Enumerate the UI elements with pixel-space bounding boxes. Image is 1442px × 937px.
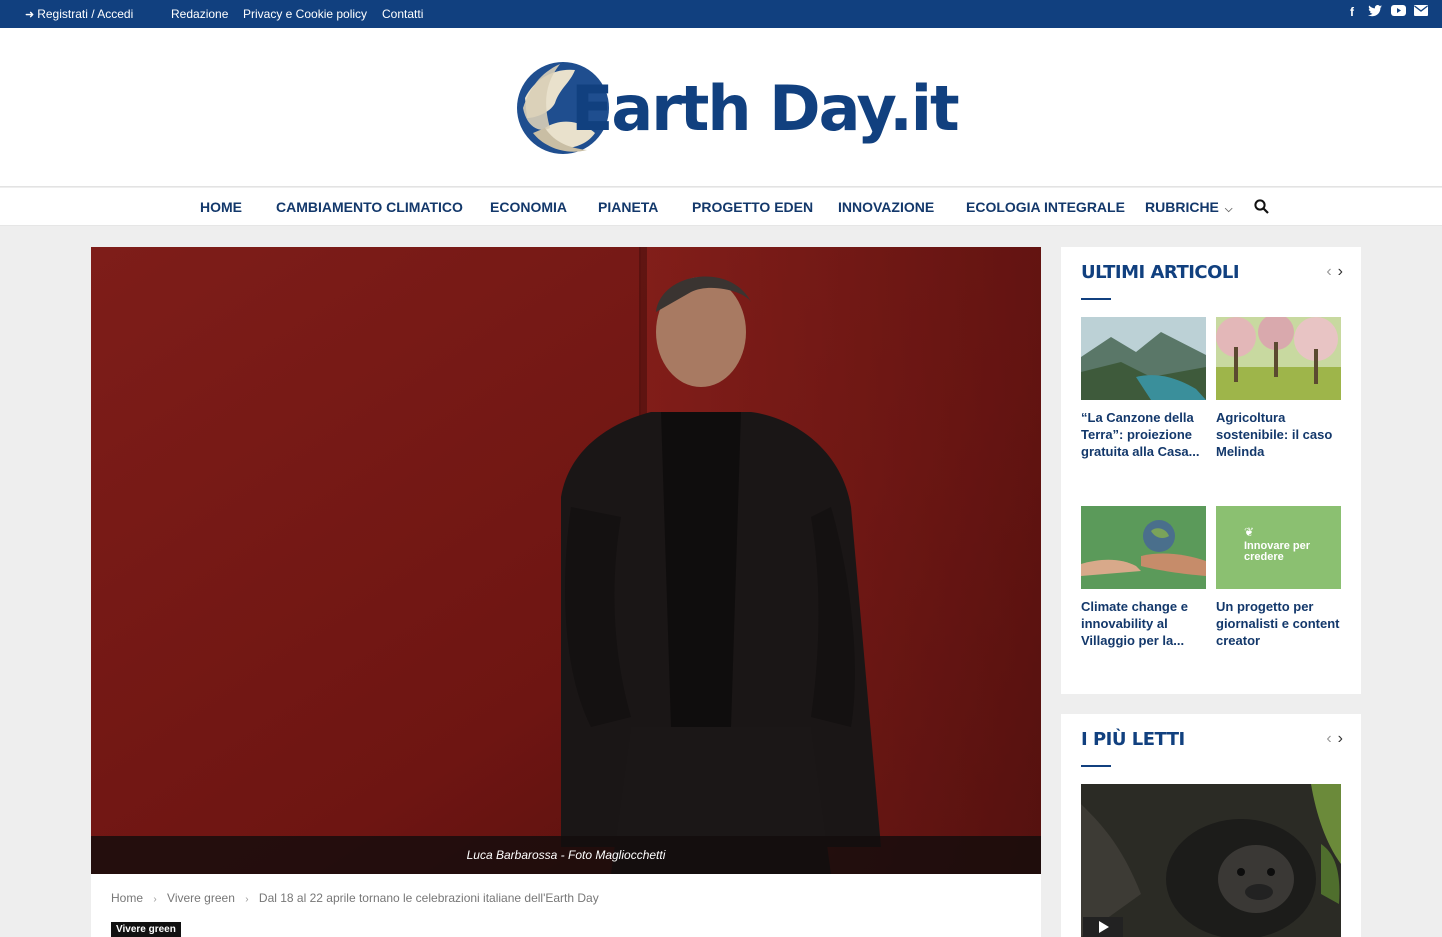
hero-caption: Luca Barbarossa - Foto Magliocchetti [91, 836, 1041, 874]
category-tag[interactable]: Vivere green [111, 922, 181, 937]
portrait-photo [91, 247, 1041, 874]
redazione-link[interactable]: Redazione [171, 7, 228, 21]
latest-articles-title: ULTIMI ARTICOLI [1081, 262, 1240, 283]
login-label: Registrati / Accedi [37, 7, 134, 21]
twitter-icon[interactable] [1368, 5, 1382, 19]
article-card[interactable]: “La Canzone della Terra”: proiezione gra… [1081, 317, 1206, 460]
search-icon[interactable] [1254, 199, 1269, 219]
nav-ecologia-integrale[interactable]: ECOLOGIA INTEGRALE [966, 199, 1125, 215]
nav-pianeta[interactable]: PIANETA [598, 199, 658, 215]
slider-arrows: ‹ › [1320, 263, 1343, 281]
most-read-widget: I PIÙ LETTI ‹ › [1061, 714, 1361, 937]
chevron-down-icon: ⌵ [1224, 204, 1233, 215]
slider-arrows: ‹ › [1320, 730, 1343, 748]
breadcrumb: Home › Vivere green › Dal 18 al 22 april… [111, 891, 599, 905]
article-title[interactable]: Un progetto per giornalisti e content cr… [1216, 598, 1341, 649]
top-bar: ➜ Registrati / Accedi Redazione Privacy e… [0, 0, 1442, 28]
breadcrumb-home[interactable]: Home [111, 891, 143, 905]
nav-rubriche[interactable]: RUBRICHE ⌵ [1145, 199, 1232, 215]
article-card[interactable]: Agricoltura sostenibile: il caso Melinda [1216, 317, 1341, 460]
title-underline [1081, 298, 1111, 300]
hero-image: Luca Barbarossa - Foto Magliocchetti [91, 247, 1041, 874]
next-arrow-icon[interactable]: › [1338, 730, 1343, 747]
sign-in-icon: ➜ [25, 9, 35, 21]
article-title[interactable]: Agricoltura sostenibile: il caso Melinda [1216, 409, 1341, 460]
email-icon[interactable] [1414, 5, 1428, 19]
article-card[interactable]: ❦ Innovare per credere Un progetto per g… [1216, 506, 1341, 649]
article-title[interactable]: Climate change e innovability al Villagg… [1081, 598, 1206, 649]
main-nav: HOME CAMBIAMENTO CLIMATICO ECONOMIA PIAN… [0, 188, 1442, 226]
nav-rubriche-label: RUBRICHE [1145, 199, 1219, 215]
chevron-right-icon: › [153, 894, 157, 905]
latest-articles-widget: ULTIMI ARTICOLI ‹ › “La Canzone della Ter… [1061, 247, 1361, 694]
nav-economia[interactable]: ECONOMIA [490, 199, 567, 215]
title-underline [1081, 765, 1111, 767]
article-thumbnail[interactable]: ❦ Innovare per credere [1216, 506, 1341, 589]
article-thumbnail[interactable] [1081, 317, 1206, 400]
privacy-link[interactable]: Privacy e Cookie policy [243, 7, 367, 21]
breadcrumb-current: Dal 18 al 22 aprile tornano le celebrazi… [258, 891, 599, 905]
nav-cambiamento-climatico[interactable]: CAMBIAMENTO CLIMATICO [276, 199, 463, 215]
breadcrumb-category[interactable]: Vivere green [167, 891, 235, 905]
promo-text: Innovare per credere [1244, 540, 1311, 563]
article-thumbnail[interactable] [1081, 506, 1206, 589]
chevron-right-icon: › [245, 894, 249, 905]
site-header: Earth Day.it [0, 28, 1442, 187]
article-header: Home › Vivere green › Dal 18 al 22 april… [91, 874, 1041, 937]
play-icon[interactable] [1083, 917, 1123, 937]
contatti-link[interactable]: Contatti [382, 7, 423, 21]
nav-innovazione[interactable]: INNOVAZIONE [838, 199, 934, 215]
logo-wordmark: Earth Day.it [571, 72, 960, 145]
facebook-icon[interactable]: f [1345, 5, 1359, 19]
youtube-icon[interactable] [1391, 5, 1406, 19]
nav-progetto-eden[interactable]: PROGETTO EDEN [692, 199, 813, 215]
social-icons: f [1345, 5, 1428, 19]
article-card[interactable]: Climate change e innovability al Villagg… [1081, 506, 1206, 649]
article-thumbnail[interactable] [1216, 317, 1341, 400]
leaf-icon: ❦ [1244, 525, 1255, 539]
nav-home[interactable]: HOME [200, 199, 242, 215]
prev-arrow-icon[interactable]: ‹ [1326, 263, 1331, 280]
featured-thumbnail[interactable] [1081, 784, 1341, 937]
login-link[interactable]: ➜ Registrati / Accedi [25, 7, 133, 21]
site-logo[interactable]: Earth Day.it [515, 58, 960, 158]
article-title[interactable]: “La Canzone della Terra”: proiezione gra… [1081, 409, 1206, 460]
prev-arrow-icon[interactable]: ‹ [1326, 730, 1331, 747]
most-read-title: I PIÙ LETTI [1081, 729, 1185, 750]
next-arrow-icon[interactable]: › [1338, 263, 1343, 280]
